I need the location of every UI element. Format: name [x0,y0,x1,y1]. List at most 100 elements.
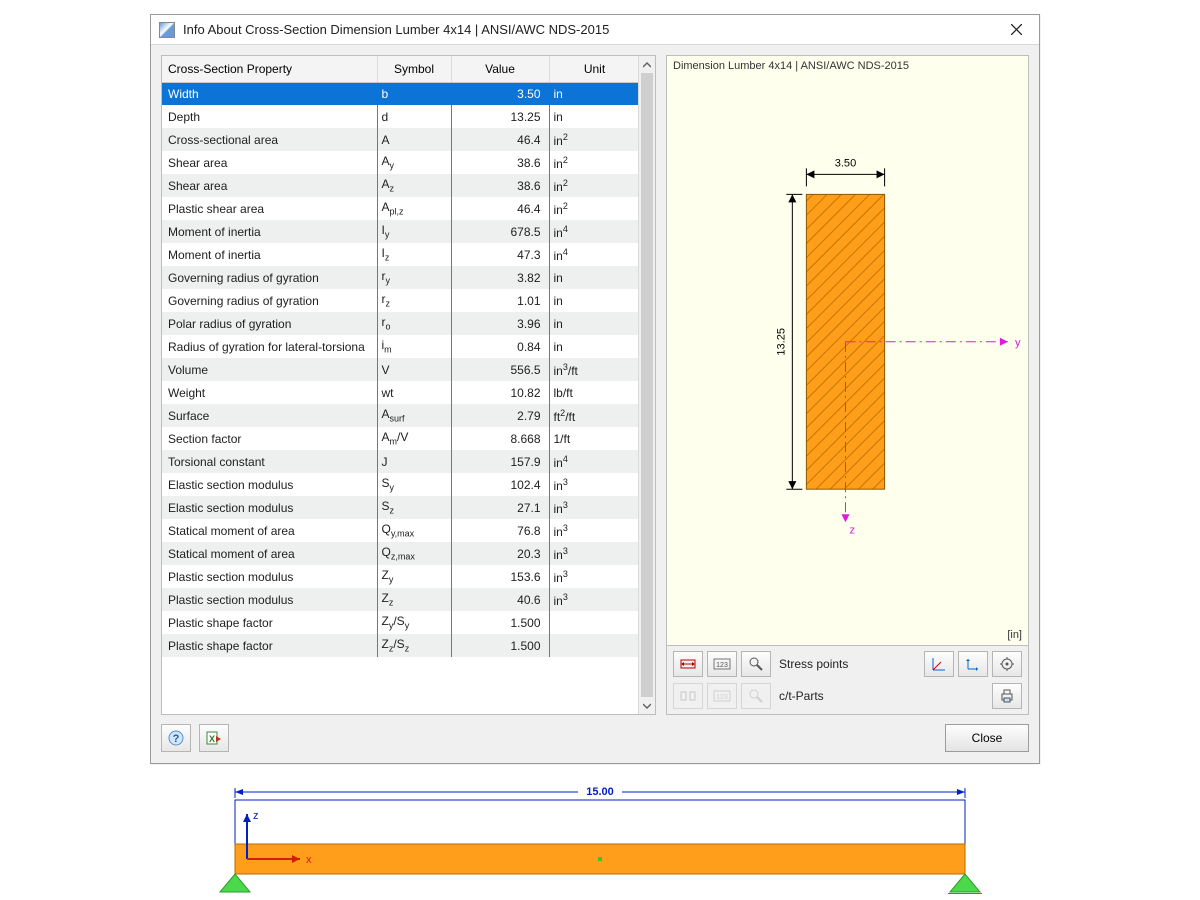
cell-value: 157.9 [451,450,549,473]
cell-symbol: Apl,z [377,197,451,220]
cell-value: 3.82 [451,266,549,289]
parts-icon [673,683,703,709]
cell-property: Plastic shape factor [162,611,377,634]
app-icon [159,22,175,38]
export-excel-button[interactable]: X [199,724,229,752]
cell-value: 38.6 [451,151,549,174]
table-scrollbar[interactable] [638,56,655,714]
cell-symbol: ry [377,266,451,289]
cell-unit: 1/ft [549,427,640,450]
section-drawing: 3.50 13.25 [667,56,1028,618]
cell-property: Width [162,82,377,105]
table-row[interactable]: Depthd13.25in [162,105,640,128]
values-icon[interactable]: 123 [707,651,737,677]
col-header-property[interactable]: Cross-Section Property [162,56,377,82]
table-row[interactable]: Elastic section modulusSy102.4in3 [162,473,640,496]
cell-symbol: Sy [377,473,451,496]
table-row[interactable]: Moment of inertiaIz47.3in4 [162,243,640,266]
cell-unit: in [549,289,640,312]
cell-symbol: Zy [377,565,451,588]
cell-unit: in2 [549,197,640,220]
cell-property: Polar radius of gyration [162,312,377,335]
table-row[interactable]: Plastic shape factorZy/Sy1.500 [162,611,640,634]
table-row[interactable]: Widthb3.50in [162,82,640,105]
table-row[interactable]: Governing radius of gyrationrz1.01in [162,289,640,312]
cell-symbol: Zz [377,588,451,611]
zoom-icon[interactable] [741,651,771,677]
axes-icon-1[interactable] [924,651,954,677]
cell-symbol: rz [377,289,451,312]
table-row[interactable]: Plastic shear areaApl,z46.4in2 [162,197,640,220]
dim-depth-label: 13.25 [775,328,787,356]
cell-symbol: A [377,128,451,151]
table-row[interactable]: Shear areaAy38.6in2 [162,151,640,174]
scroll-thumb[interactable] [641,73,653,697]
cell-value: 3.96 [451,312,549,335]
cell-property: Moment of inertia [162,243,377,266]
close-button[interactable]: Close [945,724,1029,752]
values2-icon: 123 [707,683,737,709]
table-row[interactable]: Plastic shape factorZz/Sz1.500 [162,634,640,657]
cell-symbol: Ay [377,151,451,174]
close-icon [1011,24,1022,35]
table-row[interactable]: Plastic section modulusZz40.6in3 [162,588,640,611]
print-icon[interactable] [992,683,1022,709]
table-row[interactable]: Weightwt10.82lb/ft [162,381,640,404]
table-row[interactable]: Statical moment of areaQz,max20.3in3 [162,542,640,565]
info-dialog: Info About Cross-Section Dimension Lumbe… [150,14,1040,764]
cell-unit: in4 [549,450,640,473]
table-row[interactable]: Polar radius of gyrationro3.96in [162,312,640,335]
table-row[interactable]: Moment of inertiaIy678.5in4 [162,220,640,243]
support-left-icon [220,874,250,892]
cell-property: Plastic shear area [162,197,377,220]
table-row[interactable]: Governing radius of gyrationry3.82in [162,266,640,289]
cell-value: 0.84 [451,335,549,358]
svg-text:123: 123 [716,662,728,669]
window-close-button[interactable] [993,15,1039,45]
cell-unit: in3 [549,519,640,542]
col-header-unit[interactable]: Unit [549,56,640,82]
table-row[interactable]: VolumeV556.5in3/ft [162,358,640,381]
cell-unit: in [549,266,640,289]
cell-value: 38.6 [451,174,549,197]
axes-icon-2[interactable] [958,651,988,677]
preview-canvas[interactable]: Dimension Lumber 4x14 | ANSI/AWC NDS-201… [667,56,1028,646]
cell-unit: in3 [549,588,640,611]
cell-symbol: ro [377,312,451,335]
cell-property: Cross-sectional area [162,128,377,151]
table-row[interactable]: Torsional constantJ157.9in4 [162,450,640,473]
cell-unit: in2 [549,174,640,197]
table-row[interactable]: Elastic section modulusSz27.1in3 [162,496,640,519]
cell-symbol: Sz [377,496,451,519]
table-row[interactable]: Plastic section modulusZy153.6in3 [162,565,640,588]
cell-unit: in [549,82,640,105]
properties-table[interactable]: Cross-Section Property Symbol Value Unit… [162,56,641,657]
cell-property: Moment of inertia [162,220,377,243]
settings-icon[interactable] [992,651,1022,677]
scroll-down-arrow-icon[interactable] [639,697,655,714]
col-header-symbol[interactable]: Symbol [377,56,451,82]
table-row[interactable]: Section factorAm/V8.6681/ft [162,427,640,450]
table-row[interactable]: Shear areaAz38.6in2 [162,174,640,197]
table-row[interactable]: Statical moment of areaQy,max76.8in3 [162,519,640,542]
cell-symbol: Qy,max [377,519,451,542]
scroll-up-arrow-icon[interactable] [639,56,655,73]
table-row[interactable]: Cross-sectional areaA46.4in2 [162,128,640,151]
cell-symbol: Iz [377,243,451,266]
cell-unit: in3 [549,542,640,565]
stress-points-label: Stress points [779,657,848,671]
table-row[interactable]: SurfaceAsurf2.79ft2/ft [162,404,640,427]
titlebar: Info About Cross-Section Dimension Lumbe… [151,15,1039,45]
cell-symbol: im [377,335,451,358]
col-header-value[interactable]: Value [451,56,549,82]
cell-unit: in2 [549,128,640,151]
help-button[interactable]: ? [161,724,191,752]
table-row[interactable]: Radius of gyration for lateral-torsionai… [162,335,640,358]
cell-unit: in4 [549,220,640,243]
cell-property: Section factor [162,427,377,450]
cell-value: 47.3 [451,243,549,266]
cell-unit: ft2/ft [549,404,640,427]
dimensions-icon[interactable] [673,651,703,677]
cell-value: 3.50 [451,82,549,105]
properties-table-container: Cross-Section Property Symbol Value Unit… [161,55,656,715]
